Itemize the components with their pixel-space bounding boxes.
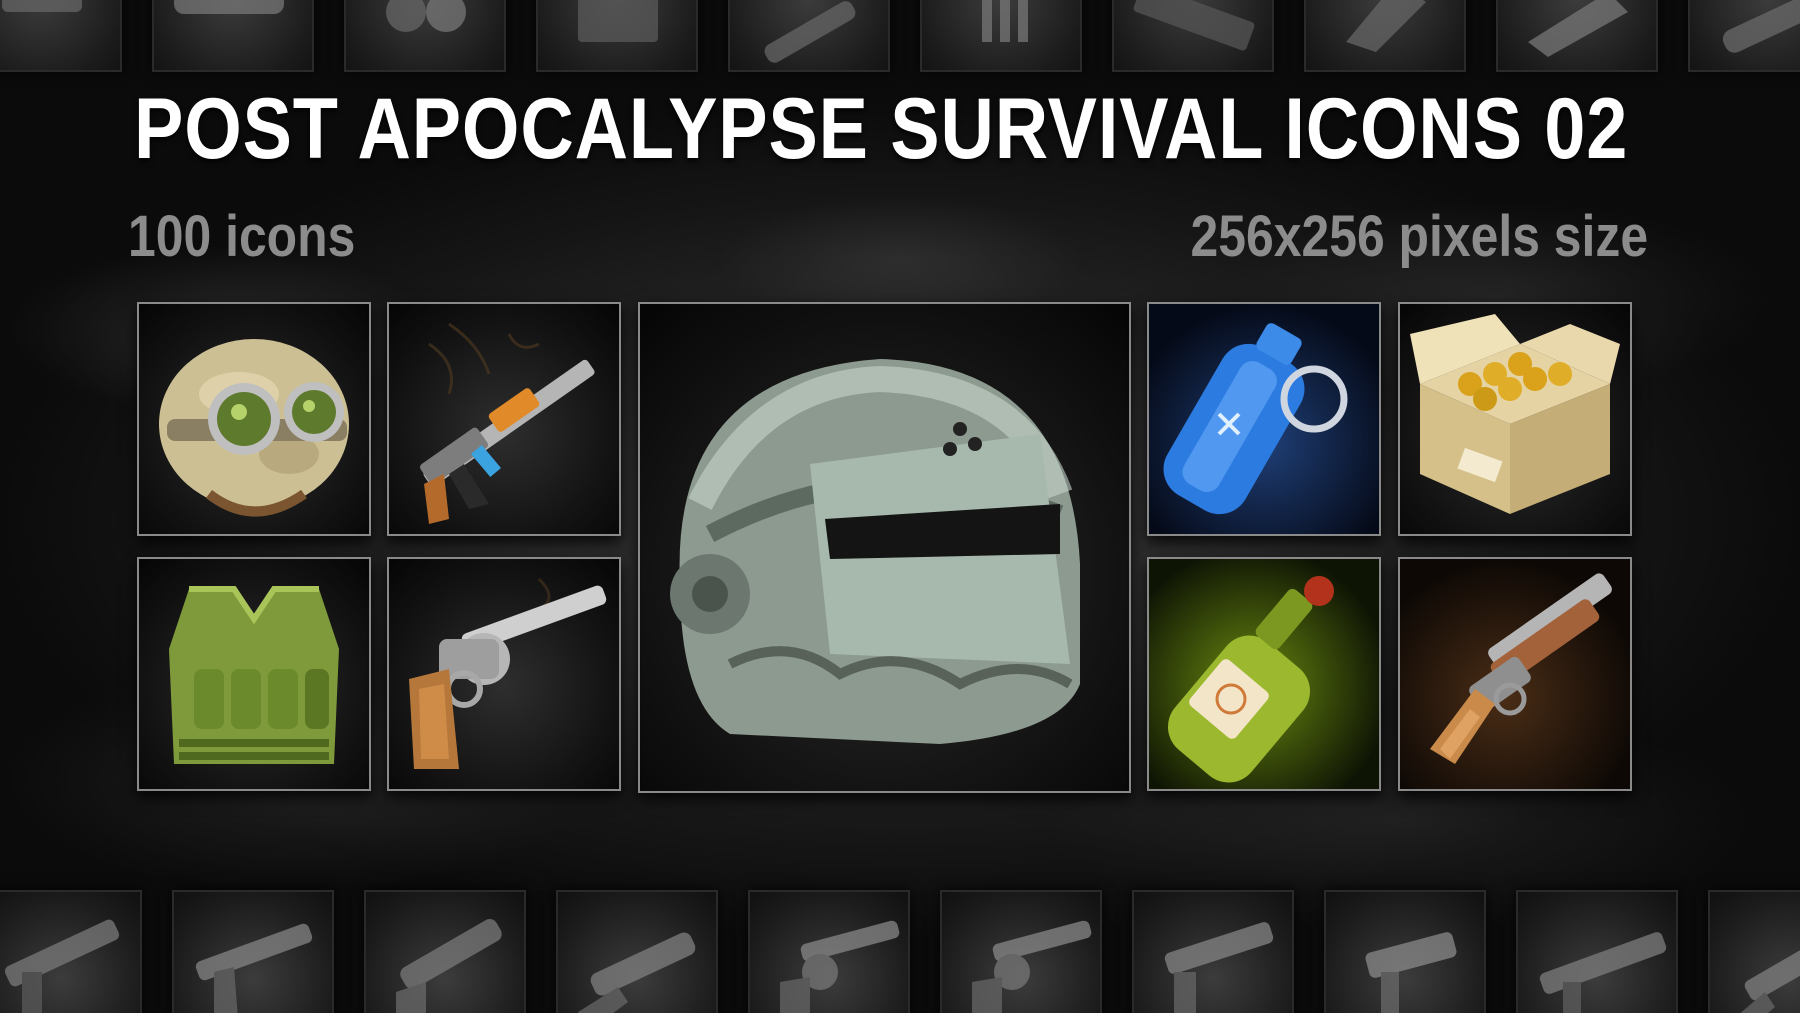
banner-title: POST APOCALYPSE SURVIVAL ICONS 02	[134, 81, 1629, 177]
faded-tile	[536, 0, 698, 72]
faded-tile	[344, 0, 506, 72]
faded-tile	[940, 890, 1102, 1013]
faded-tile	[748, 890, 910, 1013]
faded-tile	[1496, 0, 1658, 72]
ammo-box-icon	[1398, 302, 1632, 536]
top-icon-strip	[0, 0, 1800, 72]
faded-tile	[0, 890, 142, 1013]
molotov-bottle-icon	[1147, 557, 1381, 791]
faded-tile	[0, 0, 122, 72]
faded-tile	[1324, 890, 1486, 1013]
faded-tile	[1304, 0, 1466, 72]
faded-tile	[1112, 0, 1274, 72]
tactical-vest-icon	[137, 557, 371, 791]
assault-rifle-icon	[387, 302, 621, 536]
bottom-icon-strip	[0, 890, 1800, 1013]
faded-tile	[1132, 890, 1294, 1013]
riot-helmet-icon	[638, 302, 1131, 793]
faded-tile	[1688, 0, 1800, 72]
faded-tile	[172, 890, 334, 1013]
sawed-off-shotgun-icon	[1398, 557, 1632, 791]
faded-tile	[920, 0, 1082, 72]
faded-tile	[1708, 890, 1800, 1013]
faded-tile	[152, 0, 314, 72]
smoke-grenade-icon	[1147, 302, 1381, 536]
faded-tile	[728, 0, 890, 72]
icon-size-text: 256x256 pixels size	[1190, 204, 1648, 269]
icon-count-text: 100 icons	[128, 204, 356, 269]
goggles-helmet-icon	[137, 302, 371, 536]
faded-tile	[556, 890, 718, 1013]
faded-tile	[1516, 890, 1678, 1013]
promo-banner: POST APOCALYPSE SURVIVAL ICONS 02 100 ic…	[0, 0, 1800, 1013]
revolver-icon	[387, 557, 621, 791]
faded-tile	[364, 890, 526, 1013]
